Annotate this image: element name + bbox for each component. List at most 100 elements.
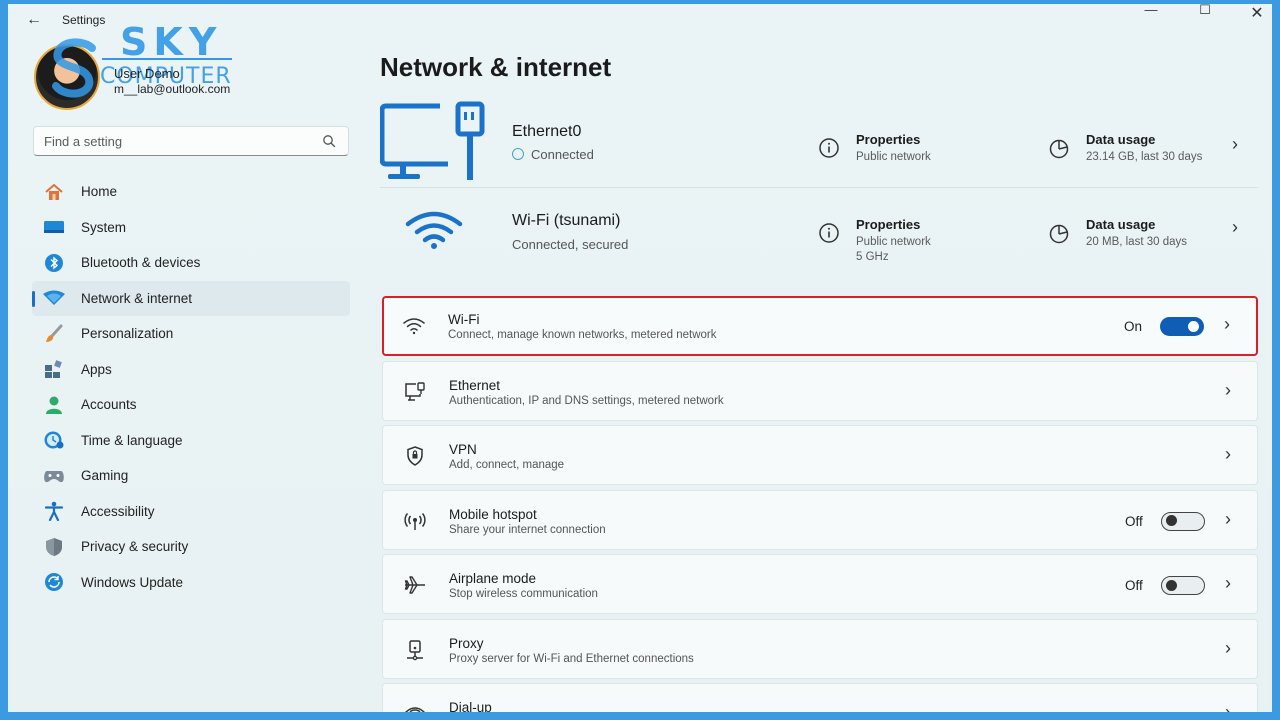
sidebar-item-gaming[interactable]: Gaming xyxy=(32,458,350,494)
data-usage-subtitle: 20 MB, last 30 days xyxy=(1086,236,1187,248)
chevron-right-icon[interactable]: › xyxy=(1232,134,1238,155)
shield-icon xyxy=(42,537,66,557)
connection-summary-ethernet: Ethernet0 Connected Properties Public ne… xyxy=(380,96,1258,188)
chevron-right-icon: › xyxy=(1224,314,1230,334)
connection-status-text: Connected xyxy=(531,147,594,162)
system-icon xyxy=(42,217,66,237)
setting-row-airplane-mode[interactable]: Airplane mode Stop wireless communicatio… xyxy=(382,554,1258,614)
search-box[interactable] xyxy=(33,126,349,156)
setting-row-mobile-hotspot[interactable]: Mobile hotspot Share your internet conne… xyxy=(382,489,1258,550)
properties-title: Properties xyxy=(856,132,921,147)
watermark-divider xyxy=(102,58,232,60)
pie-chart-icon xyxy=(1049,139,1069,159)
apps-icon xyxy=(42,359,66,379)
sidebar-item-label: Accounts xyxy=(81,397,137,413)
sidebar-item-network[interactable]: Network & internet xyxy=(32,280,350,316)
bluetooth-icon xyxy=(42,253,66,273)
sidebar-item-system[interactable]: System xyxy=(32,210,350,246)
setting-row-proxy[interactable]: Proxy Proxy server for Wi-Fi and Etherne… xyxy=(382,618,1258,679)
dialup-icon xyxy=(405,707,425,712)
sidebar-item-bluetooth[interactable]: Bluetooth & devices xyxy=(32,245,350,281)
accessibility-icon xyxy=(42,501,66,522)
sidebar-item-accessibility[interactable]: Accessibility xyxy=(32,494,350,530)
minimize-button[interactable]: — xyxy=(1136,4,1166,17)
sidebar-item-label: Windows Update xyxy=(81,574,184,590)
globe-icon xyxy=(512,148,524,160)
sidebar-item-time-language[interactable]: Time & language xyxy=(32,423,350,459)
setting-row-dial-up[interactable]: Dial-up › xyxy=(382,683,1258,715)
proxy-icon xyxy=(407,639,423,660)
connection-name: Wi-Fi (tsunami) xyxy=(512,212,621,229)
data-usage-title: Data usage xyxy=(1086,217,1156,232)
setting-description: Authentication, IP and DNS settings, met… xyxy=(449,394,724,407)
pie-chart-icon xyxy=(1049,224,1069,244)
sidebar-item-apps[interactable]: Apps xyxy=(32,352,350,388)
gaming-icon xyxy=(42,466,66,486)
chevron-right-icon: › xyxy=(1225,379,1231,400)
toggle-knob xyxy=(1166,515,1177,526)
settings-window: ← Settings — ☐ ✕ SKY COMPUTER User Demo … xyxy=(0,0,1280,720)
setting-title: VPN xyxy=(449,442,477,457)
sidebar-item-windows-update[interactable]: Windows Update xyxy=(32,565,350,601)
chevron-right-icon: › xyxy=(1225,444,1231,464)
sidebar-nav: Home System Bluetooth & devices Network … xyxy=(32,174,350,600)
data-usage-title: Data usage xyxy=(1086,132,1156,147)
chevron-right-icon[interactable]: › xyxy=(1232,217,1238,238)
sidebar-item-label: Bluetooth & devices xyxy=(81,255,201,271)
info-icon xyxy=(819,138,839,158)
setting-description: Proxy server for Wi-Fi and Ethernet conn… xyxy=(449,652,694,665)
user-email: m__lab@outlook.com xyxy=(114,82,231,96)
sidebar-item-label: Gaming xyxy=(81,468,129,484)
toggle-state-label: Off xyxy=(1125,513,1143,529)
sidebar-item-privacy-security[interactable]: Privacy & security xyxy=(32,529,350,565)
connection-status: Connected xyxy=(512,147,594,162)
connection-name: Ethernet0 xyxy=(512,123,582,140)
setting-title: Wi-Fi xyxy=(448,312,480,327)
sidebar-item-label: System xyxy=(81,219,127,235)
airplane-mode-toggle[interactable] xyxy=(1161,576,1205,595)
page-title: Network & internet xyxy=(380,52,612,82)
connection-status: Connected, secured xyxy=(512,237,629,252)
search-icon[interactable] xyxy=(322,134,336,148)
ethernet-icon xyxy=(405,381,425,401)
properties-title: Properties xyxy=(856,217,921,232)
setting-title: Proxy xyxy=(449,635,484,651)
home-icon xyxy=(42,182,66,202)
user-name: User Demo xyxy=(114,66,180,81)
setting-title: Mobile hotspot xyxy=(449,506,537,522)
setting-description: Add, connect, manage xyxy=(449,459,565,471)
sidebar-item-label: Privacy & security xyxy=(81,539,189,555)
sidebar-item-label: Personalization xyxy=(81,326,174,342)
sky-logo-icon xyxy=(52,38,96,98)
sidebar-item-home[interactable]: Home xyxy=(32,174,350,210)
setting-title: Dial-up xyxy=(449,700,492,715)
update-icon xyxy=(42,572,66,592)
setting-title: Ethernet xyxy=(449,377,501,393)
setting-title: Airplane mode xyxy=(449,571,537,586)
search-input[interactable] xyxy=(34,127,304,155)
sidebar-item-label: Apps xyxy=(81,361,112,377)
properties-band: 5 GHz xyxy=(856,251,889,263)
close-button[interactable]: ✕ xyxy=(1242,4,1272,23)
setting-row-vpn[interactable]: VPN Add, connect, manage › xyxy=(382,425,1258,485)
network-icon xyxy=(42,288,66,308)
setting-row-wifi[interactable]: Wi-Fi Connect, manage known networks, me… xyxy=(382,296,1258,356)
brush-icon xyxy=(42,324,66,344)
wifi-icon xyxy=(403,318,425,335)
maximize-button[interactable]: ☐ xyxy=(1190,4,1220,18)
setting-row-ethernet[interactable]: Ethernet Authentication, IP and DNS sett… xyxy=(382,360,1258,421)
hotspot-icon xyxy=(404,512,426,530)
sidebar-item-accounts[interactable]: Accounts xyxy=(32,387,350,423)
wifi-toggle[interactable] xyxy=(1160,317,1204,336)
sidebar-item-personalization[interactable]: Personalization xyxy=(32,316,350,352)
sidebar-item-label: Accessibility xyxy=(81,503,155,519)
properties-subtitle: Public network xyxy=(856,151,931,163)
chevron-right-icon: › xyxy=(1225,573,1231,593)
mobile-hotspot-toggle[interactable] xyxy=(1161,511,1205,531)
chevron-right-icon: › xyxy=(1225,637,1231,658)
vpn-shield-icon xyxy=(407,446,423,466)
connection-summary-wifi: Wi-Fi (tsunami) Connected, secured Prope… xyxy=(380,190,1258,276)
sidebar-item-label: Network & internet xyxy=(81,290,193,306)
accounts-icon xyxy=(42,395,66,415)
wifi-large-icon xyxy=(405,211,463,249)
